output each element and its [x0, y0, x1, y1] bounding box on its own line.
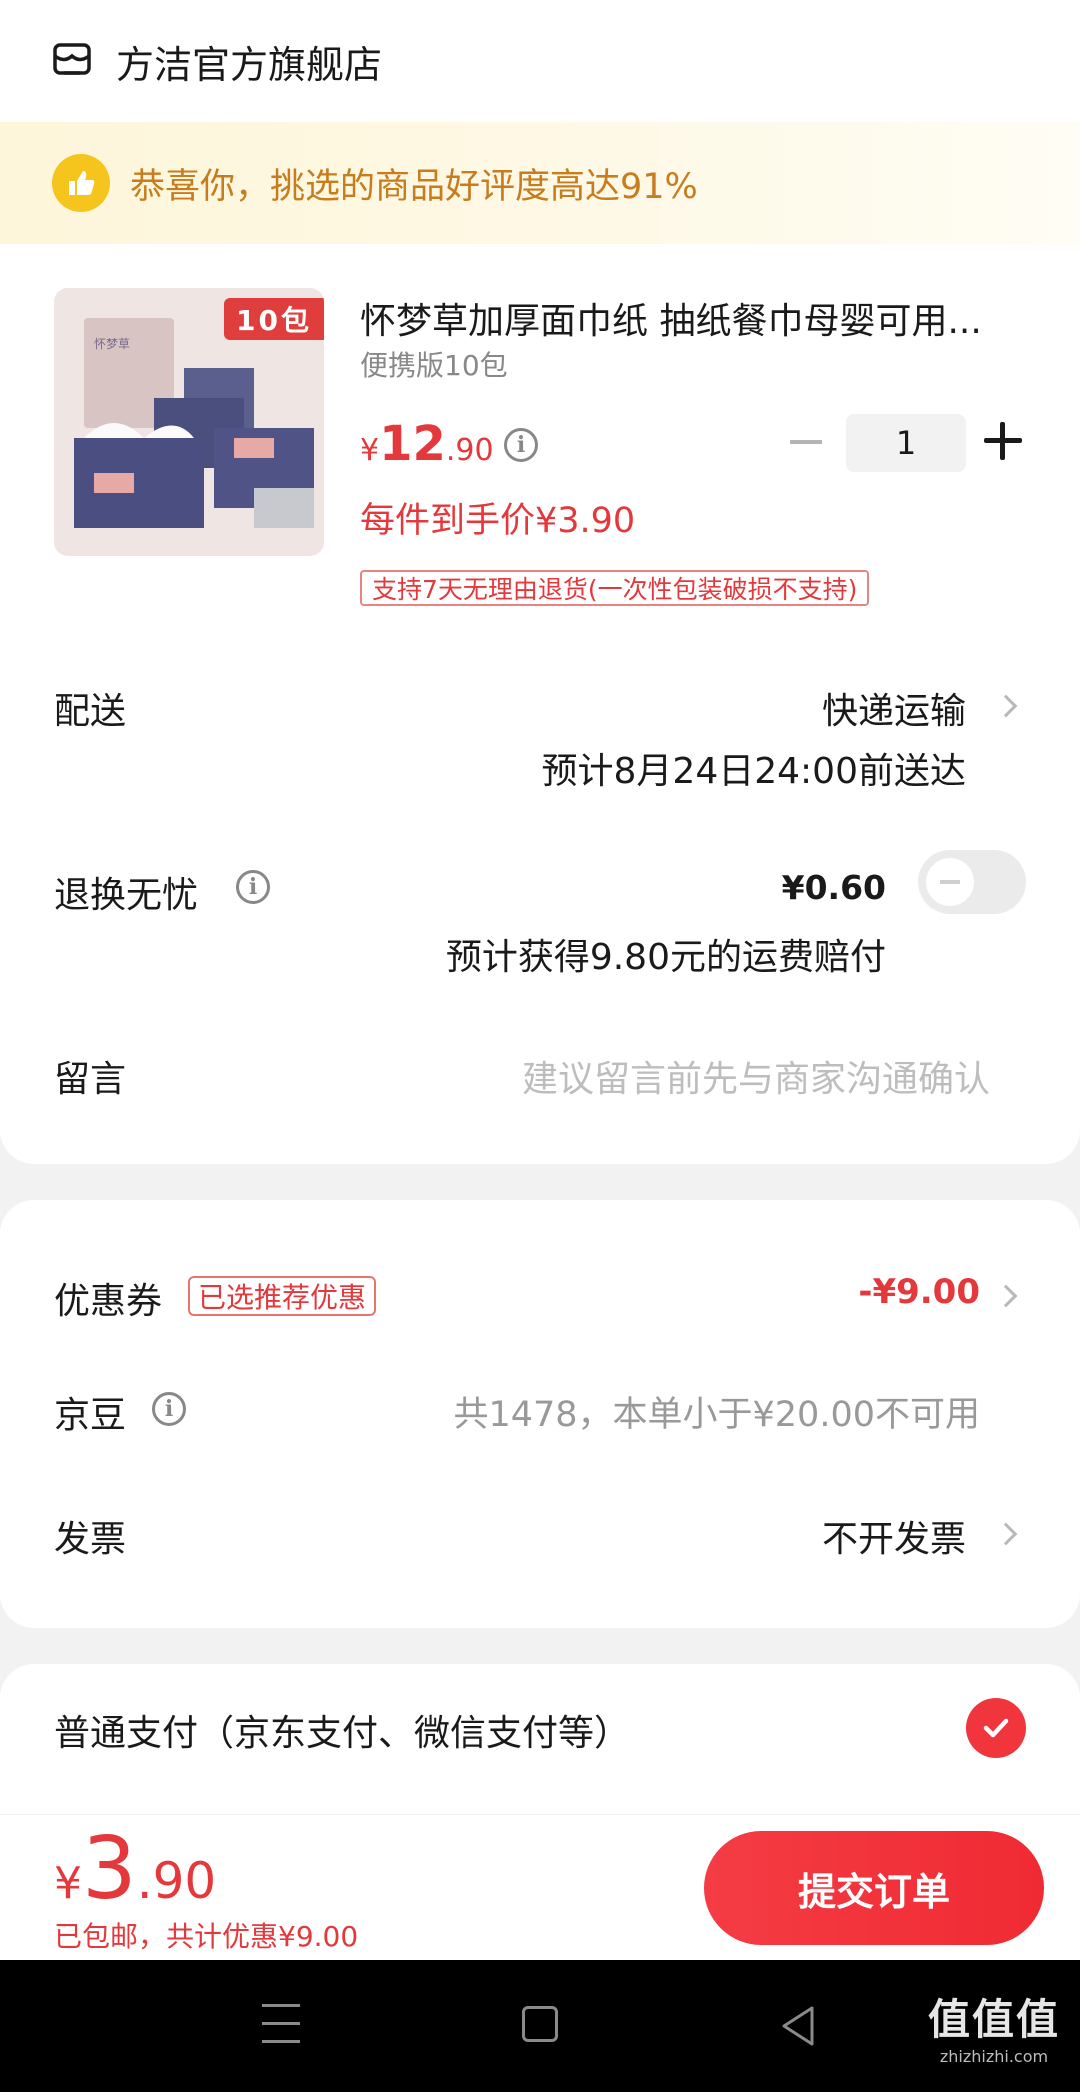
- beans-info-icon[interactable]: i: [152, 1392, 186, 1426]
- banner-text: 恭喜你，挑选的商品好评度高达91%: [130, 166, 698, 207]
- svg-text:怀梦草: 怀梦草: [94, 337, 130, 351]
- store-icon: [53, 43, 91, 75]
- quantity-decrease-button[interactable]: [790, 440, 822, 444]
- home-icon[interactable]: [522, 2006, 558, 2042]
- store-name: 方洁官方旗舰店: [116, 42, 383, 87]
- thumbs-up-icon: [52, 154, 110, 212]
- price-decimal: .90: [445, 433, 494, 468]
- watermark-url: zhizhizhi.com: [939, 2047, 1049, 2066]
- insurance-price: ¥0.60: [781, 868, 886, 907]
- insurance-toggle[interactable]: [918, 850, 1026, 914]
- watermark: 值值值 zhizhizhi.com: [928, 1986, 1060, 2066]
- insurance-info-icon[interactable]: i: [236, 870, 270, 904]
- chevron-right-icon[interactable]: [994, 1522, 1018, 1546]
- total-currency: ¥: [54, 1858, 82, 1909]
- chevron-right-icon[interactable]: [994, 694, 1018, 718]
- invoice-value[interactable]: 不开发票: [822, 1510, 966, 1562]
- back-icon[interactable]: [778, 2004, 818, 2048]
- total-integer: 3: [82, 1819, 137, 1919]
- beans-label: 京豆: [54, 1395, 127, 1436]
- rating-banner: 恭喜你，挑选的商品好评度高达91%: [0, 122, 1080, 244]
- beans-text: 共1478，本单小于¥20.00不可用: [453, 1395, 980, 1435]
- product-spec[interactable]: 便携版10包: [360, 344, 508, 384]
- product-title[interactable]: 怀梦草加厚面巾纸 抽纸餐巾母婴可用...: [360, 292, 1026, 344]
- store-header[interactable]: 方洁官方旗舰店: [0, 0, 1080, 122]
- delivery-label: 配送: [54, 691, 127, 732]
- watermark-logo: 值值值: [928, 1995, 1061, 2044]
- menu-icon[interactable]: [262, 2004, 300, 2048]
- order-item-card: 方洁官方旗舰店 恭喜你，挑选的商品好评度高达91% 怀梦草 10包 怀梦草加厚面…: [0, 0, 1080, 1164]
- payment-method-label[interactable]: 普通支付（京东支付、微信支付等）: [54, 1704, 630, 1756]
- total-subtext: 已包邮，共计优惠¥9.00: [54, 1920, 359, 1953]
- coupon-value[interactable]: -¥9.00: [858, 1272, 980, 1312]
- submit-order-button[interactable]: 提交订单: [704, 1831, 1044, 1945]
- return-policy-tag: 支持7天无理由退货(一次性包装破损不支持): [360, 570, 870, 606]
- price-info-icon[interactable]: i: [504, 428, 538, 462]
- invoice-label: 发票: [54, 1519, 127, 1560]
- checkout-footer: ¥ 3 .90 已包邮，共计优惠¥9.00 提交订单: [0, 1814, 1080, 1960]
- check-icon[interactable]: [966, 1698, 1026, 1758]
- insurance-label: 退换无忧: [54, 875, 199, 916]
- delivery-eta: 预计8月24日24:00前送达: [541, 751, 966, 792]
- product-pack-tag: 10包: [224, 298, 324, 340]
- product-image[interactable]: 怀梦草 10包: [54, 288, 324, 556]
- total-price: ¥ 3 .90: [54, 1819, 216, 1919]
- delivery-method[interactable]: 快递运输: [822, 682, 966, 734]
- system-nav-bar: 值值值 zhizhizhi.com: [0, 1960, 1080, 2092]
- note-input[interactable]: 建议留言前先与商家沟通确认: [522, 1050, 990, 1102]
- discount-card: 优惠券 已选推荐优惠 -¥9.00 京豆 i 共1478，本单小于¥20.00不…: [0, 1200, 1080, 1628]
- price-integer: 12: [379, 416, 446, 472]
- payment-card: 普通支付（京东支付、微信支付等）: [0, 1664, 1080, 1814]
- insurance-compensation: 预计获得9.80元的运费赔付: [445, 937, 886, 978]
- price-currency: ¥: [360, 433, 380, 468]
- product-price: ¥ 12 .90: [360, 416, 494, 472]
- coupon-tag: 已选推荐优惠: [188, 1276, 377, 1316]
- total-decimal: .90: [136, 1852, 217, 1910]
- unit-price: 每件到手价¥3.90: [360, 501, 636, 541]
- coupon-label: 优惠券: [54, 1281, 163, 1322]
- note-label: 留言: [54, 1059, 127, 1100]
- toggle-knob: [926, 858, 974, 906]
- quantity-input[interactable]: 1: [846, 414, 966, 472]
- quantity-increase-button[interactable]: [984, 422, 1022, 460]
- chevron-right-icon[interactable]: [994, 1284, 1018, 1308]
